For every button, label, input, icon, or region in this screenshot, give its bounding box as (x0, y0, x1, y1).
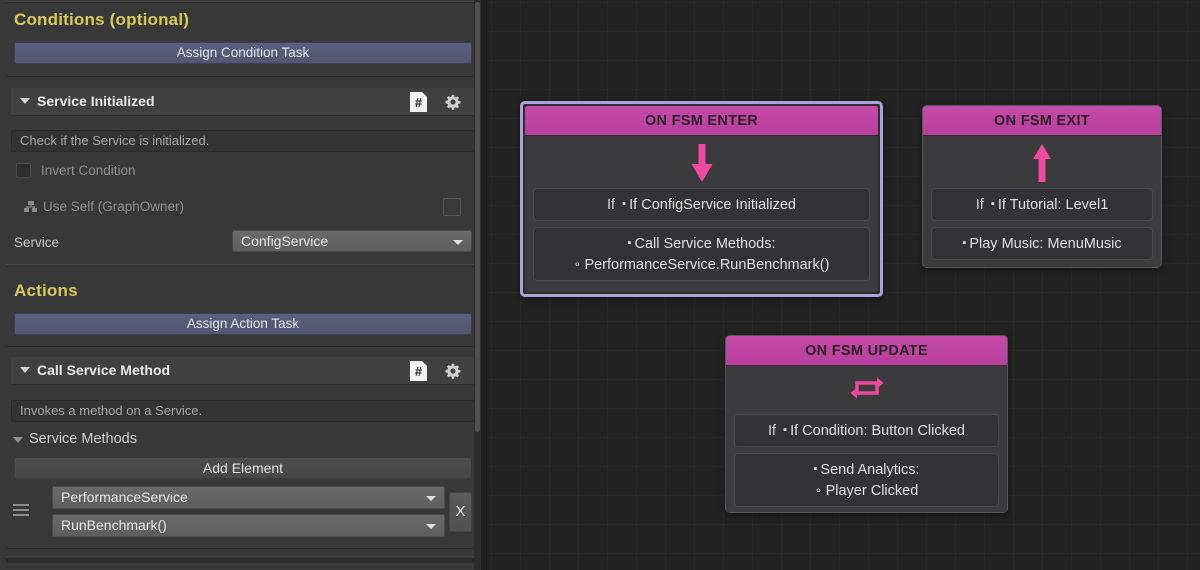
reorder-drag-handle[interactable] (13, 504, 29, 516)
scrollbar-thumb[interactable] (475, 2, 480, 432)
row-main: ▪ Call Service Methods: (540, 233, 863, 254)
conditions-section-title: Conditions (optional) (14, 10, 190, 29)
app-root: Conditions (optional) Assign Condition T… (0, 0, 1200, 570)
foldout-triangle-icon[interactable] (13, 437, 23, 443)
add-element-button[interactable]: Add Element (14, 457, 472, 479)
node-inner: ON FSM EXIT If ▪ If Tutorial: Level1 ▪ P (923, 106, 1161, 267)
service-field-label: Service (14, 235, 60, 250)
service-dropdown[interactable]: ConfigService (232, 230, 472, 252)
row-sub: ∘ Player Clicked (741, 480, 992, 501)
handle-line (13, 514, 29, 516)
row-text: Call Service Methods: (634, 236, 776, 252)
node-title-on-fsm-exit: ON FSM EXIT (923, 106, 1161, 136)
service-methods-foldout[interactable]: Service Methods (13, 431, 137, 447)
action-description: Invokes a method on a Service. (11, 400, 475, 422)
node-icon-area (923, 136, 1161, 188)
node-row[interactable]: If ▪ If Condition: Button Clicked (734, 414, 999, 447)
node-row[interactable]: ▪ Send Analytics: ∘ Player Clicked (734, 453, 999, 507)
arrow-up-icon (1031, 144, 1053, 182)
node-icon-area (525, 136, 878, 188)
divider-bottom-1 (6, 548, 475, 549)
use-self-checkbox[interactable] (443, 198, 461, 216)
row-sub: ∘ PerformanceService.RunBenchmark() (540, 254, 863, 275)
divider-actions (6, 346, 475, 347)
graph-canvas[interactable]: ON FSM ENTER If ▪ If ConfigService Initi… (487, 0, 1200, 570)
actions-section-title: Actions (14, 281, 78, 300)
action-task-name: Call Service Method (37, 362, 171, 378)
foldout-triangle-icon[interactable] (20, 367, 30, 373)
node-icon-area (726, 366, 1007, 414)
condition-task-name: Service Initialized (37, 93, 155, 109)
node-rows: If ▪ If Condition: Button Clicked ▪ Send… (726, 414, 1007, 512)
invert-condition-label: Invert Condition (41, 163, 136, 178)
row-sub-text: PerformanceService.RunBenchmark() (584, 257, 830, 273)
element-service-value: PerformanceService (61, 489, 188, 505)
divider-mid-light (6, 264, 475, 265)
gear-icon[interactable] (445, 94, 461, 110)
remove-element-button[interactable]: X (449, 492, 472, 532)
bullet-ring-icon: ∘ (573, 257, 585, 271)
action-task-header[interactable]: Call Service Method # (11, 357, 475, 385)
service-dropdown-value: ConfigService (241, 233, 329, 249)
service-methods-label: Service Methods (29, 431, 137, 447)
divider-bottom-2-light (6, 556, 475, 557)
bullet-square-icon: ▪ (780, 424, 791, 436)
row-text: Send Analytics: (820, 462, 920, 478)
node-on-fsm-update[interactable]: ON FSM UPDATE If ▪ If Condition: Button … (725, 335, 1008, 513)
loop-refresh-icon (850, 372, 884, 404)
element-service-dropdown[interactable]: PerformanceService (52, 486, 445, 509)
handle-line (13, 509, 29, 511)
element-method-dropdown[interactable]: RunBenchmark() (52, 514, 445, 537)
node-row[interactable]: ▪ Call Service Methods: ∘ PerformanceSer… (533, 227, 870, 281)
gear-icon[interactable] (445, 363, 461, 379)
invert-condition-checkbox[interactable] (16, 163, 31, 178)
divider-top-shadow (6, 2, 475, 3)
element-method-value: RunBenchmark() (61, 517, 167, 533)
row-main: ▪ Send Analytics: (741, 459, 992, 480)
script-hash-glyph: # (414, 95, 423, 110)
condition-task-header[interactable]: Service Initialized # (11, 88, 475, 116)
node-row[interactable]: ▪ Play Music: MenuMusic (931, 227, 1153, 260)
chevron-down-icon (453, 240, 463, 245)
node-on-fsm-exit[interactable]: ON FSM EXIT If ▪ If Tutorial: Level1 ▪ P (922, 105, 1162, 268)
divider-conditions (6, 76, 475, 77)
bullet-square-icon: ▪ (619, 198, 630, 210)
node-title-on-fsm-update: ON FSM UPDATE (726, 336, 1007, 366)
use-self-graph-owner-label: Use Self (GraphOwner) (43, 199, 185, 214)
node-row[interactable]: If ▪ If Tutorial: Level1 (931, 188, 1153, 221)
node-rows: If ▪ If Tutorial: Level1 ▪ Play Music: M… (923, 188, 1161, 267)
foldout-triangle-icon[interactable] (20, 98, 30, 104)
assign-action-task-button[interactable]: Assign Action Task (14, 313, 472, 335)
assign-condition-task-button[interactable]: Assign Condition Task (14, 42, 472, 64)
node-row[interactable]: If ▪ If ConfigService Initialized (533, 188, 870, 221)
graph-owner-hierarchy-icon (24, 201, 38, 212)
inspector-panel: Conditions (optional) Assign Condition T… (0, 0, 481, 570)
row-prefix: If (607, 197, 616, 213)
script-hash-glyph: # (414, 364, 423, 379)
row-text: If Condition: Button Clicked (790, 423, 965, 439)
node-title-on-fsm-enter: ON FSM ENTER (525, 106, 878, 136)
row-sub-text: Player Clicked (825, 483, 919, 499)
node-on-fsm-enter[interactable]: ON FSM ENTER If ▪ If ConfigService Initi… (520, 101, 883, 297)
node-inner: ON FSM ENTER If ▪ If ConfigService Initi… (525, 106, 878, 292)
chevron-down-icon (426, 524, 436, 529)
chevron-down-icon (426, 496, 436, 501)
divider-bottom-2 (6, 558, 475, 563)
handle-line (13, 504, 29, 506)
inspector-scrollbar[interactable] (474, 0, 481, 570)
row-text: If Tutorial: Level1 (997, 197, 1109, 213)
condition-description: Check if the Service is initialized. (11, 130, 475, 152)
divider-mid (6, 266, 475, 267)
row-prefix: If (975, 197, 984, 213)
csharp-script-icon[interactable]: # (410, 361, 427, 381)
row-text: Play Music: MenuMusic (969, 236, 1122, 252)
node-inner: ON FSM UPDATE If ▪ If Condition: Button … (726, 336, 1007, 512)
bullet-square-icon: ▪ (987, 198, 998, 210)
row-text: If ConfigService Initialized (629, 197, 796, 213)
node-rows: If ▪ If ConfigService Initialized ▪ Call… (525, 188, 878, 289)
row-prefix: If (767, 423, 777, 439)
csharp-script-icon[interactable]: # (410, 92, 427, 112)
bullet-ring-icon: ∘ (814, 483, 826, 497)
arrow-down-icon (689, 144, 715, 182)
